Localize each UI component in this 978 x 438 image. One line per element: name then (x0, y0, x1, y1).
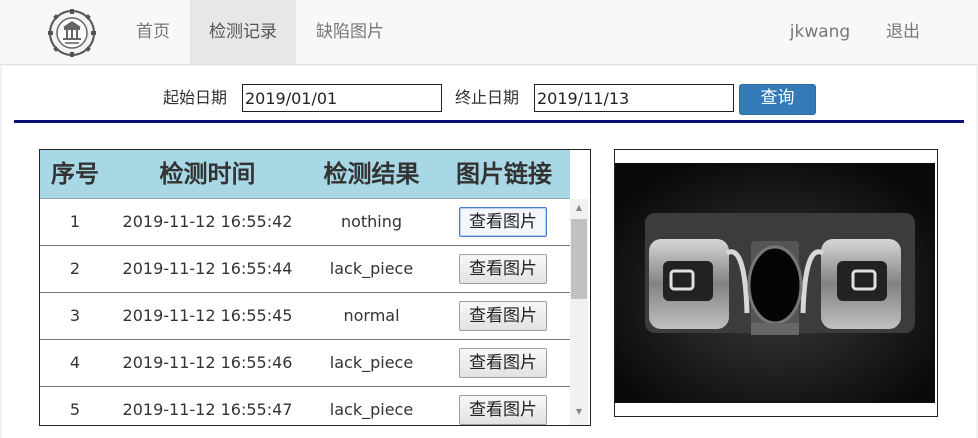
row-time: 2019-11-12 16:55:44 (122, 259, 293, 278)
table-row: 5 2019-11-12 16:55:47 lack_piece 查看图片 (40, 387, 570, 425)
row-time: 2019-11-12 16:55:45 (122, 306, 293, 325)
start-date-input[interactable] (242, 84, 442, 112)
scroll-thumb[interactable] (571, 219, 587, 299)
scroll-up-arrow-icon[interactable]: ▲ (570, 201, 588, 215)
start-date-label: 起始日期 (163, 88, 228, 107)
nav-logout[interactable]: 退出 (872, 0, 934, 64)
view-image-button[interactable]: 查看图片 (459, 207, 547, 237)
header-time: 检测时间 (159, 160, 256, 188)
table-row: 4 2019-11-12 16:55:46 lack_piece 查看图片 (40, 340, 570, 387)
header-result: 检测结果 (323, 160, 420, 188)
row-time: 2019-11-12 16:55:47 (122, 400, 293, 419)
row-time: 2019-11-12 16:55:42 (122, 212, 293, 231)
table-row: 1 2019-11-12 16:55:42 nothing 查看图片 (40, 199, 570, 246)
row-result: lack_piece (329, 400, 414, 419)
view-image-button[interactable]: 查看图片 (459, 348, 547, 378)
defect-image-panel (614, 149, 938, 417)
row-index: 4 (69, 353, 81, 372)
section-divider (14, 120, 964, 123)
view-image-button[interactable]: 查看图片 (459, 395, 547, 425)
row-index: 5 (69, 400, 81, 419)
header-index: 序号 (51, 160, 99, 188)
table-scrollbar[interactable]: ▲ ▼ (570, 199, 588, 425)
row-result: lack_piece (329, 259, 414, 278)
row-index: 3 (69, 306, 81, 325)
main-content: 起始日期 终止日期 查询 序号 检测时间 检测结果 图片链接 1 2019-11… (2, 66, 976, 438)
end-date-label: 终止日期 (455, 88, 520, 107)
query-button[interactable]: 查询 (739, 84, 816, 115)
table-header: 序号 检测时间 检测结果 图片链接 (40, 150, 570, 199)
header-link: 图片链接 (456, 160, 552, 188)
row-result: normal (343, 306, 400, 325)
top-navbar: 首页 检测记录 缺陷图片 jkwang 退出 (0, 0, 978, 65)
nav-inspection-records[interactable]: 检测记录 (190, 0, 296, 64)
nav-user[interactable]: jkwang (782, 0, 858, 64)
end-date-input[interactable] (534, 84, 734, 112)
university-seal-logo[interactable] (48, 9, 96, 57)
view-image-button[interactable]: 查看图片 (459, 301, 547, 331)
defect-image (615, 163, 935, 403)
row-result: nothing (340, 212, 403, 231)
nav-home[interactable]: 首页 (121, 0, 185, 64)
table-row: 3 2019-11-12 16:55:45 normal 查看图片 (40, 293, 570, 340)
row-result: lack_piece (329, 353, 414, 372)
row-index: 1 (69, 212, 81, 231)
records-table: 序号 检测时间 检测结果 图片链接 1 2019-11-12 16:55:42 … (39, 149, 591, 426)
row-time: 2019-11-12 16:55:46 (122, 353, 293, 372)
nav-defect-images[interactable]: 缺陷图片 (300, 0, 400, 64)
view-image-button[interactable]: 查看图片 (459, 254, 547, 284)
scroll-down-arrow-icon[interactable]: ▼ (570, 405, 588, 419)
table-row: 2 2019-11-12 16:55:44 lack_piece 查看图片 (40, 246, 570, 293)
row-index: 2 (69, 259, 81, 278)
